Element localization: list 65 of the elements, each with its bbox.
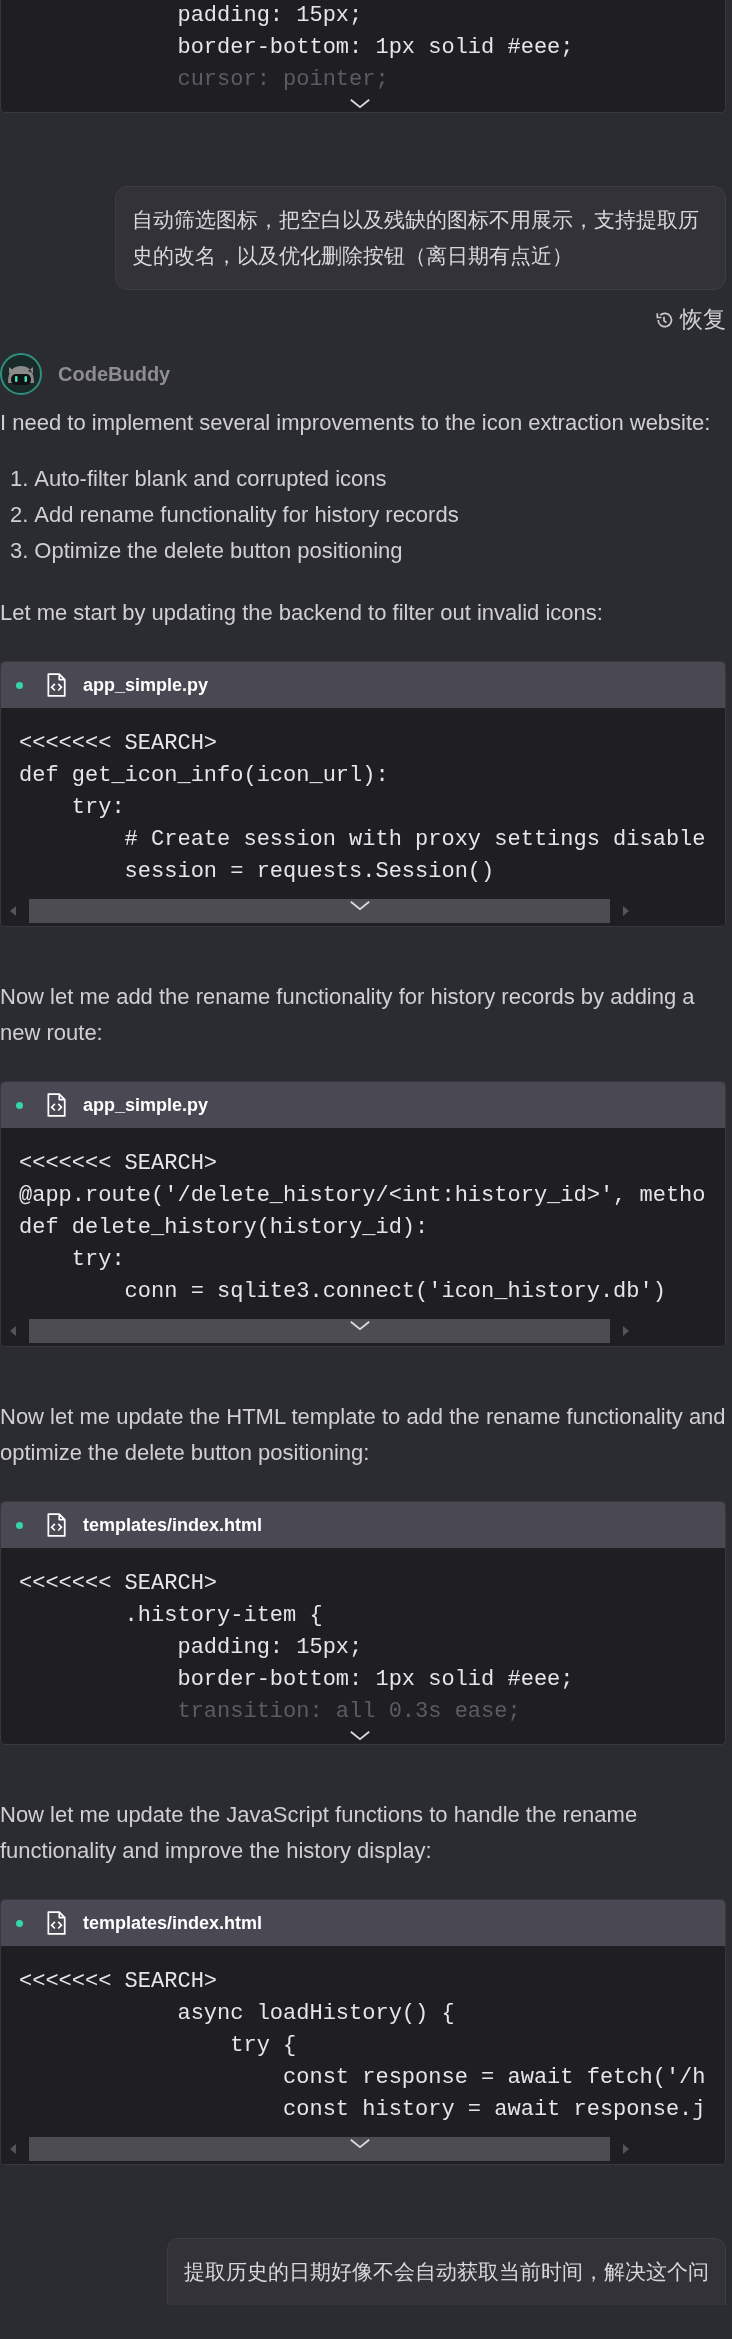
code-line: const response = await fetch('/h — [282, 2064, 706, 2092]
code-line: def get_icon_info(icon_url): — [19, 762, 389, 790]
status-dot — [16, 1919, 23, 1927]
code-line: def delete_history(history_id): — [19, 1214, 429, 1242]
paragraph: Now let me update the JavaScript functions to handle the rename functionality and improve the history display: — [0, 1801, 639, 1865]
user-message: 提取历史的日期好像不会自动获取当前时间，解决这个问 — [167, 2238, 726, 2305]
code-line: # Create session with proxy settings disable — [123, 826, 706, 854]
code-line: <<<<<<< SEARCH> — [19, 1570, 218, 1598]
code-line: border-bottom: 1px solid #eee; — [176, 34, 574, 62]
list-number: 1. — [10, 465, 29, 493]
assistant-name: CodeBuddy — [58, 362, 171, 386]
code-line: padding: 15px; — [176, 2, 363, 30]
code-line: border-bottom: 1px solid #eee; — [176, 1666, 574, 1694]
scroll-left-icon[interactable] — [9, 905, 17, 917]
code-line: async loadHistory() { — [176, 2000, 455, 2028]
status-dot — [16, 1521, 23, 1529]
paragraph: Now let me update the HTML template to add the rename functionality and optimize the delete button positioning: — [0, 1403, 726, 1467]
paragraph: Now let me add the rename functionality for history records by adding a new route: — [0, 983, 696, 1047]
user-message: 自动筛选图标，把空白以及残缺的图标不用展示，支持提取历史的改名，以及优化删除按钮（离日期有点近） — [115, 186, 726, 290]
expand-chevron-icon[interactable] — [349, 2138, 371, 2149]
code-line: transition: all 0.3s ease; — [176, 1698, 521, 1726]
code-file-icon — [45, 1911, 67, 1935]
code-line: <<<<<<< SEARCH> — [19, 1968, 218, 1996]
scroll-left-icon[interactable] — [9, 1325, 17, 1337]
list-number: 3. — [10, 537, 29, 565]
file-name: app_simple.py — [83, 1094, 209, 1116]
file-name: app_simple.py — [83, 674, 209, 696]
horizontal-scrollbar[interactable] — [29, 899, 610, 923]
scroll-right-icon[interactable] — [621, 2143, 630, 2155]
list-item: Auto-filter blank and corrupted icons — [34, 465, 387, 493]
horizontal-scrollbar[interactable] — [29, 1319, 610, 1343]
list-item: Optimize the delete button positioning — [34, 537, 403, 565]
code-line: try: — [70, 794, 125, 822]
code-line: const history = await response.j — [282, 2096, 706, 2124]
expand-chevron-icon[interactable] — [349, 1730, 371, 1741]
file-name: templates/index.html — [83, 1912, 263, 1934]
status-dot — [16, 681, 23, 689]
code-line: @app.route('/delete_history/<int:history_id>', metho — [19, 1182, 706, 1210]
code-line: try { — [229, 2032, 297, 2060]
code-line: <<<<<<< SEARCH> — [19, 730, 218, 758]
scroll-right-icon[interactable] — [621, 905, 630, 917]
status-dot — [16, 1101, 23, 1109]
list-number: 2. — [10, 501, 29, 529]
expand-chevron-icon[interactable] — [349, 98, 371, 109]
expand-chevron-icon[interactable] — [349, 900, 371, 911]
restore-button[interactable]: 恢复 — [650, 304, 726, 335]
code-line: <<<<<<< SEARCH> — [19, 1150, 218, 1178]
avatar-icon — [0, 353, 42, 395]
code-line: try: — [70, 1246, 125, 1274]
scroll-right-icon[interactable] — [621, 1325, 630, 1337]
code-file-icon — [45, 673, 67, 697]
horizontal-scrollbar[interactable] — [29, 2137, 610, 2161]
code-line: padding: 15px; — [176, 1634, 363, 1662]
code-line: .history-item { — [123, 1602, 323, 1630]
code-line: conn = sqlite3.connect('icon_history.db') — [123, 1278, 666, 1306]
code-file-icon — [45, 1513, 67, 1537]
code-line: cursor: pointer; — [176, 66, 389, 94]
code-file-icon — [45, 1093, 67, 1117]
expand-chevron-icon[interactable] — [349, 1320, 371, 1331]
code-line: session = requests.Session() — [123, 858, 495, 886]
file-name: templates/index.html — [83, 1514, 263, 1536]
scroll-left-icon[interactable] — [9, 2143, 17, 2155]
paragraph: Let me start by updating the backend to filter out invalid icons: — [0, 599, 604, 627]
paragraph: I need to implement several improvements to the icon extraction website: — [0, 409, 712, 437]
list-item: Add rename functionality for history records — [34, 501, 459, 529]
